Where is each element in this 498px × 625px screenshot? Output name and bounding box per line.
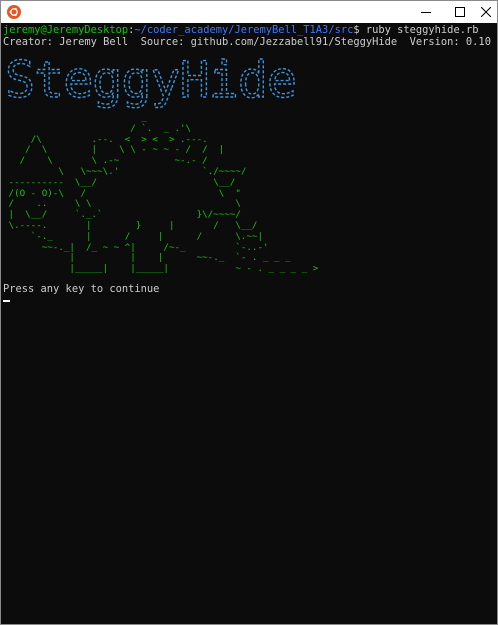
command-text: ruby steggyhide.rb [365, 24, 479, 36]
close-button[interactable] [469, 1, 498, 23]
continue-prompt: Press any key to continue [3, 282, 160, 295]
info-line: Creator: Jeremy Bell Source: github.com/… [3, 35, 491, 48]
banner-text: SteggyHide [5, 51, 296, 109]
maximize-icon [455, 7, 465, 17]
steggyhide-banner: SteggyHide [3, 49, 495, 109]
terminal-window: jeremy@JeremyDesktop:~/coder_academy/Jer… [0, 0, 498, 625]
stegosaurus-ascii-art: _ / `. _ .'\ /\ .--. < > < > .---. / \ |… [3, 112, 495, 275]
prompt-path: ~/coder_academy/JeremyBell_T1A3/src [134, 24, 354, 36]
art-row: / `. _ .'\ [3, 122, 236, 134]
close-icon [481, 7, 491, 17]
command-line: jeremy@JeremyDesktop:~/coder_academy/Jer… [3, 24, 495, 37]
title-bar [1, 1, 497, 23]
minimize-icon [421, 12, 431, 13]
terminal-output[interactable]: jeremy@JeremyDesktop:~/coder_academy/Jer… [3, 24, 495, 622]
prompt-symbol: $ [353, 24, 366, 36]
text-cursor [3, 300, 10, 303]
prompt-user: jeremy@JeremyDesktop [3, 24, 129, 36]
art-row: ---------- \__/ \__/ [3, 176, 252, 188]
minimize-button[interactable] [409, 1, 443, 23]
art-row: `-._ | / | / \.~~| [3, 230, 269, 242]
ubuntu-icon[interactable] [7, 5, 21, 19]
art-row: |_____| |_____| ~ - . _ _ _ _ > [3, 263, 319, 275]
